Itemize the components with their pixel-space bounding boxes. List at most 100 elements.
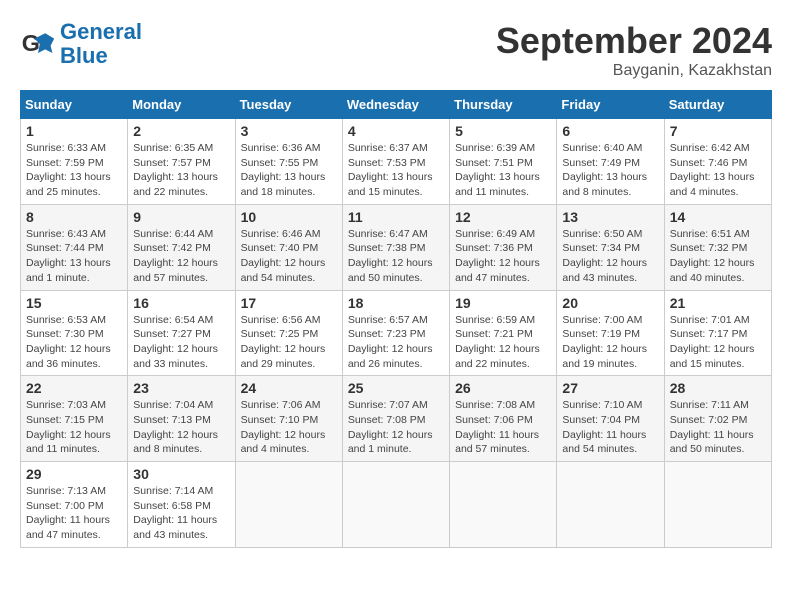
day-number: 6 xyxy=(562,123,658,139)
day-info: Sunrise: 7:04 AMSunset: 7:13 PMDaylight:… xyxy=(133,398,229,457)
calendar-table: SundayMondayTuesdayWednesdayThursdayFrid… xyxy=(20,90,772,548)
calendar-week-row: 29Sunrise: 7:13 AMSunset: 7:00 PMDayligh… xyxy=(21,462,772,548)
day-number: 19 xyxy=(455,295,551,311)
calendar-day-cell: 13Sunrise: 6:50 AMSunset: 7:34 PMDayligh… xyxy=(557,204,664,290)
page-header: G General Blue September 2024 Bayganin, … xyxy=(20,20,772,80)
calendar-day-cell: 21 Sunrise: 7:01 AMSunset: 7:17 PMDayligh… xyxy=(664,290,771,376)
day-info: Sunrise: 7:14 AMSunset: 6:58 PMDaylight:… xyxy=(133,484,229,543)
calendar-day-cell: 23 Sunrise: 7:04 AMSunset: 7:13 PMDayligh… xyxy=(128,376,235,462)
day-info: Sunrise: 7:06 AMSunset: 7:10 PMDaylight:… xyxy=(241,398,337,457)
location: Bayganin, Kazakhstan xyxy=(496,62,772,80)
day-number: 25 xyxy=(348,380,444,396)
day-number: 14 xyxy=(670,209,766,225)
day-info: Sunrise: 6:53 AMSunset: 7:30 PMDaylight:… xyxy=(26,313,122,372)
calendar-day-cell: 18Sunrise: 6:57 AMSunset: 7:23 PMDayligh… xyxy=(342,290,449,376)
day-number: 28 xyxy=(670,380,766,396)
day-info: Sunrise: 6:44 AMSunset: 7:42 PMDaylight:… xyxy=(133,227,229,286)
day-number: 16 xyxy=(133,295,229,311)
empty-cell xyxy=(664,462,771,548)
day-number: 7 xyxy=(670,123,766,139)
calendar-day-cell: 20 Sunrise: 7:00 AMSunset: 7:19 PMDayligh… xyxy=(557,290,664,376)
calendar-day-cell: 9 Sunrise: 6:44 AMSunset: 7:42 PMDaylight… xyxy=(128,204,235,290)
day-number: 5 xyxy=(455,123,551,139)
day-number: 17 xyxy=(241,295,337,311)
calendar-day-cell: 6Sunrise: 6:40 AMSunset: 7:49 PMDaylight… xyxy=(557,119,664,205)
day-info: Sunrise: 7:08 AMSunset: 7:06 PMDaylight:… xyxy=(455,398,551,457)
empty-cell xyxy=(557,462,664,548)
calendar-day-cell: 19 Sunrise: 6:59 AMSunset: 7:21 PMDayligh… xyxy=(450,290,557,376)
logo-line1: General xyxy=(60,19,142,44)
calendar-day-cell: 17Sunrise: 6:56 AMSunset: 7:25 PMDayligh… xyxy=(235,290,342,376)
calendar-week-row: 1 Sunrise: 6:33 AMSunset: 7:59 PMDaylight… xyxy=(21,119,772,205)
calendar-week-row: 22 Sunrise: 7:03 AMSunset: 7:15 PMDayligh… xyxy=(21,376,772,462)
day-number: 2 xyxy=(133,123,229,139)
day-number: 11 xyxy=(348,209,444,225)
day-info: Sunrise: 6:35 AMSunset: 7:57 PMDaylight:… xyxy=(133,141,229,200)
day-number: 1 xyxy=(26,123,122,139)
day-info: Sunrise: 7:00 AMSunset: 7:19 PMDaylight:… xyxy=(562,313,658,372)
day-number: 12 xyxy=(455,209,551,225)
day-info: Sunrise: 7:07 AMSunset: 7:08 PMDaylight:… xyxy=(348,398,444,457)
day-info: Sunrise: 7:01 AMSunset: 7:17 PMDaylight:… xyxy=(670,313,766,372)
empty-cell xyxy=(450,462,557,548)
logo-icon: G xyxy=(20,26,56,62)
calendar-day-cell: 5 Sunrise: 6:39 AMSunset: 7:51 PMDaylight… xyxy=(450,119,557,205)
calendar-day-cell: 28Sunrise: 7:11 AMSunset: 7:02 PMDayligh… xyxy=(664,376,771,462)
weekday-header-monday: Monday xyxy=(128,91,235,119)
day-number: 4 xyxy=(348,123,444,139)
day-info: Sunrise: 6:43 AMSunset: 7:44 PMDaylight:… xyxy=(26,227,122,286)
weekday-header-sunday: Sunday xyxy=(21,91,128,119)
calendar-day-cell: 1 Sunrise: 6:33 AMSunset: 7:59 PMDaylight… xyxy=(21,119,128,205)
day-number: 22 xyxy=(26,380,122,396)
day-info: Sunrise: 6:59 AMSunset: 7:21 PMDaylight:… xyxy=(455,313,551,372)
day-info: Sunrise: 6:39 AMSunset: 7:51 PMDaylight:… xyxy=(455,141,551,200)
day-info: Sunrise: 6:46 AMSunset: 7:40 PMDaylight:… xyxy=(241,227,337,286)
calendar-day-cell: 4 Sunrise: 6:37 AMSunset: 7:53 PMDaylight… xyxy=(342,119,449,205)
calendar-day-cell: 14 Sunrise: 6:51 AMSunset: 7:32 PMDayligh… xyxy=(664,204,771,290)
day-number: 21 xyxy=(670,295,766,311)
day-number: 20 xyxy=(562,295,658,311)
month-title: September 2024 xyxy=(496,20,772,62)
day-info: Sunrise: 6:42 AMSunset: 7:46 PMDaylight:… xyxy=(670,141,766,200)
calendar-day-cell: 3Sunrise: 6:36 AMSunset: 7:55 PMDaylight… xyxy=(235,119,342,205)
weekday-header-saturday: Saturday xyxy=(664,91,771,119)
calendar-day-cell: 10 Sunrise: 6:46 AMSunset: 7:40 PMDayligh… xyxy=(235,204,342,290)
day-number: 23 xyxy=(133,380,229,396)
day-info: Sunrise: 7:13 AMSunset: 7:00 PMDaylight:… xyxy=(26,484,122,543)
svg-text:G: G xyxy=(22,30,40,56)
day-number: 27 xyxy=(562,380,658,396)
calendar-week-row: 15Sunrise: 6:53 AMSunset: 7:30 PMDayligh… xyxy=(21,290,772,376)
logo-line2: Blue xyxy=(60,43,108,68)
day-info: Sunrise: 6:37 AMSunset: 7:53 PMDaylight:… xyxy=(348,141,444,200)
calendar-day-cell: 12 Sunrise: 6:49 AMSunset: 7:36 PMDayligh… xyxy=(450,204,557,290)
title-block: September 2024 Bayganin, Kazakhstan xyxy=(496,20,772,80)
calendar-day-cell: 15Sunrise: 6:53 AMSunset: 7:30 PMDayligh… xyxy=(21,290,128,376)
day-number: 9 xyxy=(133,209,229,225)
empty-cell xyxy=(235,462,342,548)
weekday-header-row: SundayMondayTuesdayWednesdayThursdayFrid… xyxy=(21,91,772,119)
calendar-week-row: 8 Sunrise: 6:43 AMSunset: 7:44 PMDaylight… xyxy=(21,204,772,290)
day-info: Sunrise: 7:10 AMSunset: 7:04 PMDaylight:… xyxy=(562,398,658,457)
logo: G General Blue xyxy=(20,20,142,68)
day-info: Sunrise: 6:36 AMSunset: 7:55 PMDaylight:… xyxy=(241,141,337,200)
calendar-day-cell: 7 Sunrise: 6:42 AMSunset: 7:46 PMDaylight… xyxy=(664,119,771,205)
day-info: Sunrise: 6:51 AMSunset: 7:32 PMDaylight:… xyxy=(670,227,766,286)
calendar-day-cell: 22 Sunrise: 7:03 AMSunset: 7:15 PMDayligh… xyxy=(21,376,128,462)
day-info: Sunrise: 6:33 AMSunset: 7:59 PMDaylight:… xyxy=(26,141,122,200)
weekday-header-wednesday: Wednesday xyxy=(342,91,449,119)
calendar-day-cell: 26Sunrise: 7:08 AMSunset: 7:06 PMDayligh… xyxy=(450,376,557,462)
day-info: Sunrise: 6:54 AMSunset: 7:27 PMDaylight:… xyxy=(133,313,229,372)
calendar-day-cell: 29Sunrise: 7:13 AMSunset: 7:00 PMDayligh… xyxy=(21,462,128,548)
weekday-header-tuesday: Tuesday xyxy=(235,91,342,119)
day-info: Sunrise: 7:03 AMSunset: 7:15 PMDaylight:… xyxy=(26,398,122,457)
day-number: 8 xyxy=(26,209,122,225)
calendar-day-cell: 8 Sunrise: 6:43 AMSunset: 7:44 PMDaylight… xyxy=(21,204,128,290)
day-number: 18 xyxy=(348,295,444,311)
day-info: Sunrise: 6:49 AMSunset: 7:36 PMDaylight:… xyxy=(455,227,551,286)
calendar-day-cell: 25 Sunrise: 7:07 AMSunset: 7:08 PMDayligh… xyxy=(342,376,449,462)
weekday-header-thursday: Thursday xyxy=(450,91,557,119)
day-number: 10 xyxy=(241,209,337,225)
day-info: Sunrise: 6:50 AMSunset: 7:34 PMDaylight:… xyxy=(562,227,658,286)
day-number: 24 xyxy=(241,380,337,396)
empty-cell xyxy=(342,462,449,548)
